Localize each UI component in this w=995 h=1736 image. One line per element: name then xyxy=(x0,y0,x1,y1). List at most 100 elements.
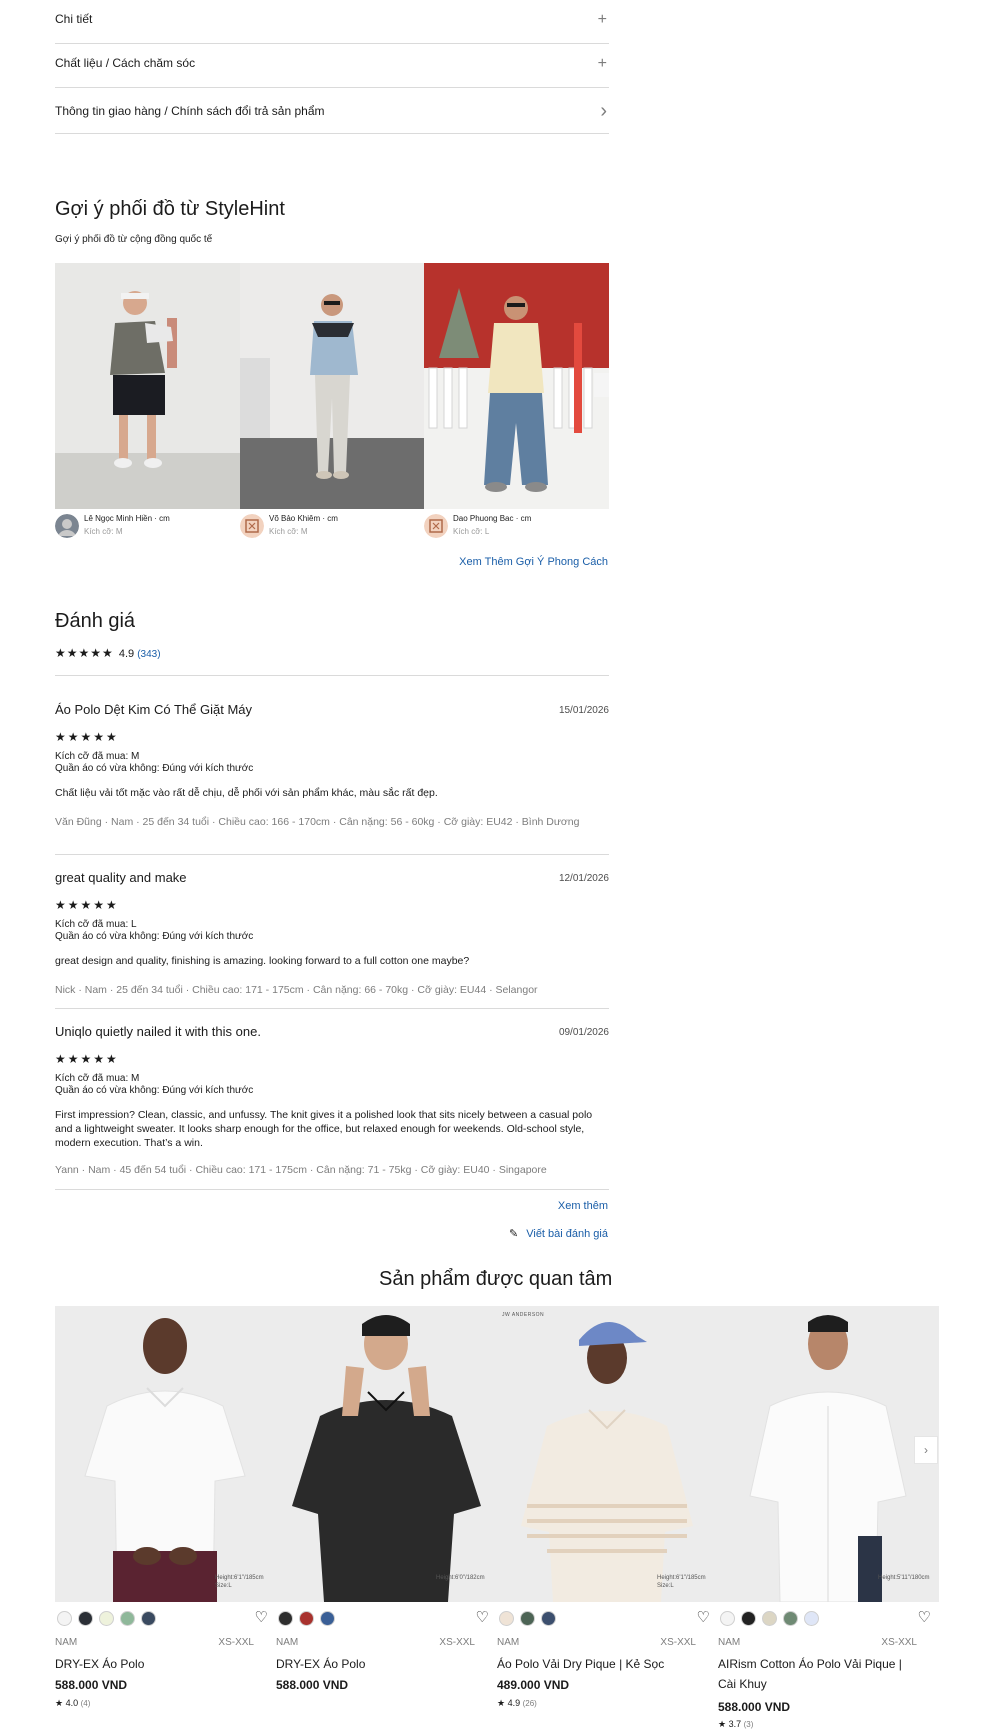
review-title: great quality and make xyxy=(55,870,187,885)
color-swatch[interactable] xyxy=(320,1611,335,1626)
color-swatch[interactable] xyxy=(120,1611,135,1626)
product-name[interactable]: DRY-EX Áo Polo xyxy=(55,1654,260,1674)
product-name[interactable]: AIRism Cotton Áo Polo Vải Pique | Cài Kh… xyxy=(718,1654,923,1694)
divider xyxy=(55,1008,609,1009)
product-price: 588.000 VND xyxy=(55,1678,128,1692)
model-info: Height:6'0"/182cm xyxy=(436,1575,485,1581)
product-gender: NAM xyxy=(497,1637,520,1648)
color-swatch[interactable] xyxy=(78,1611,93,1626)
color-swatch[interactable] xyxy=(299,1611,314,1626)
outfit-photo-3 xyxy=(424,263,609,509)
product-price: 489.000 VND xyxy=(497,1678,570,1692)
chevron-right-icon: › xyxy=(924,1443,928,1457)
rating-average: 4.9 xyxy=(118,648,135,660)
rating-stars: ★★★★★ xyxy=(55,646,114,660)
review-fit: Quần áo có vừa không: Đúng với kích thướ… xyxy=(55,763,254,774)
reviews-title: Đánh giá xyxy=(55,610,136,632)
review-stars: ★★★★★ xyxy=(55,730,119,744)
accordion-material-care[interactable]: Chất liệu / Cách chăm sóc + xyxy=(55,44,609,88)
stylehint-photo[interactable] xyxy=(424,263,609,509)
heart-icon[interactable]: ♡ xyxy=(476,1608,489,1626)
review-body: great design and quality, finishing is a… xyxy=(55,955,470,967)
rating-value: 3.7 xyxy=(728,1719,742,1729)
product-rating: ★ 3.7 (3) xyxy=(718,1719,754,1729)
outfit-photo-1 xyxy=(55,263,240,509)
stylehint-photo[interactable] xyxy=(239,263,425,509)
plus-icon[interactable]: + xyxy=(598,12,607,28)
carousel-next-button[interactable]: › xyxy=(914,1436,938,1464)
color-swatch[interactable] xyxy=(99,1611,114,1626)
review-title: Áo Polo Dệt Kim Có Thể Giặt Máy xyxy=(55,702,253,717)
color-swatch[interactable] xyxy=(783,1611,798,1626)
accordion-shipping-returns[interactable]: Thông tin giao hàng / Chính sách đổi trả… xyxy=(55,88,609,134)
related-title: Sản phẩm được quan tâm xyxy=(379,1268,613,1290)
divider xyxy=(55,1189,609,1190)
accordion-label: Chi tiết xyxy=(55,12,93,26)
color-swatches xyxy=(278,1611,335,1626)
review-size-bought: Kích cỡ đã mua: M xyxy=(55,751,140,762)
stylehint-photo[interactable] xyxy=(55,263,240,509)
stylehint-subtitle: Gợi ý phối đồ từ cộng đồng quốc tế xyxy=(55,234,213,245)
product-image[interactable] xyxy=(276,1306,497,1602)
color-swatch[interactable] xyxy=(520,1611,535,1626)
color-swatch[interactable] xyxy=(741,1611,756,1626)
brand-mark: JW ANDERSON xyxy=(502,1312,545,1318)
color-swatch[interactable] xyxy=(541,1611,556,1626)
review-title: Uniqlo quietly nailed it with this one. xyxy=(55,1024,261,1039)
more-styles-link[interactable]: Xem Thêm Gợi Ý Phong Cách xyxy=(459,556,608,568)
carousel-next-button[interactable] xyxy=(594,373,609,397)
stylehint-logo-avatar xyxy=(424,514,448,538)
product-image[interactable] xyxy=(718,1306,939,1602)
product-gender: NAM xyxy=(718,1637,741,1648)
color-swatch[interactable] xyxy=(720,1611,735,1626)
color-swatches xyxy=(57,1611,156,1626)
product-gender: NAM xyxy=(276,1637,299,1648)
color-swatch[interactable] xyxy=(499,1611,514,1626)
plus-icon[interactable]: + xyxy=(598,56,607,72)
rating-count-link[interactable]: (343) xyxy=(137,649,160,660)
model-info: Height:6'1"/185cm Size:L xyxy=(215,1575,264,1589)
creator-card[interactable]: Võ Bảo Khiêm · cm Kích cỡ: M xyxy=(240,512,424,542)
product-rating: ★ 4.0 (4) xyxy=(55,1698,91,1708)
write-review-link[interactable]: ✎ Viết bài đánh giá xyxy=(509,1227,608,1240)
chevron-right-icon[interactable]: › xyxy=(600,101,607,121)
color-swatch[interactable] xyxy=(762,1611,777,1626)
reviews-summary: ★★★★★ 4.9 (343) xyxy=(55,646,161,660)
heart-icon[interactable]: ♡ xyxy=(918,1608,931,1626)
accordion-label: Chất liệu / Cách chăm sóc xyxy=(55,56,196,70)
review-size-bought: Kích cỡ đã mua: M xyxy=(55,1073,140,1084)
product-image[interactable] xyxy=(55,1306,276,1602)
rating-count: (26) xyxy=(522,1699,537,1708)
review-date: 12/01/2026 xyxy=(558,873,609,884)
product-sizes: XS-XXL xyxy=(439,1637,475,1648)
product-image[interactable] xyxy=(497,1306,718,1602)
creator-card[interactable]: Lê Ngọc Minh Hiền · cm Kích cỡ: M xyxy=(55,512,239,542)
review-user-info: Yann · Nam · 45 đến 54 tuổi · Chiều cao:… xyxy=(55,1164,547,1176)
creator-name: Dao Phuong Bac · cm xyxy=(453,514,532,523)
accordion-details[interactable]: Chi tiết + xyxy=(55,0,609,44)
product-sizes: XS-XXL xyxy=(660,1637,696,1648)
rating-value: 4.0 xyxy=(65,1698,79,1708)
heart-icon[interactable]: ♡ xyxy=(255,1608,268,1626)
more-reviews-link[interactable]: Xem thêm xyxy=(558,1200,608,1212)
color-swatches xyxy=(720,1611,819,1626)
product-price: 588.000 VND xyxy=(718,1700,791,1714)
review-date: 09/01/2026 xyxy=(558,1027,609,1038)
creator-size: Kích cỡ: M xyxy=(269,527,308,536)
product-name[interactable]: DRY-EX Áo Polo xyxy=(276,1654,481,1674)
stylehint-gallery xyxy=(55,263,609,509)
product-name[interactable]: Áo Polo Vải Dry Pique | Kẻ Sọc xyxy=(497,1654,702,1674)
review-stars: ★★★★★ xyxy=(55,898,119,912)
review-date: 15/01/2026 xyxy=(558,705,609,716)
color-swatch[interactable] xyxy=(804,1611,819,1626)
color-swatch[interactable] xyxy=(141,1611,156,1626)
color-swatch[interactable] xyxy=(278,1611,293,1626)
review-size-bought: Kích cỡ đã mua: L xyxy=(55,919,137,930)
color-swatch[interactable] xyxy=(57,1611,72,1626)
review-user-info: Văn Đũng · Nam · 25 đến 34 tuổi · Chiều … xyxy=(55,816,580,828)
review-fit: Quần áo có vừa không: Đúng với kích thướ… xyxy=(55,931,254,942)
creator-name: Lê Ngọc Minh Hiền · cm xyxy=(84,514,170,523)
review-stars: ★★★★★ xyxy=(55,1052,119,1066)
creator-card[interactable]: Dao Phuong Bac · cm Kích cỡ: L xyxy=(424,512,608,542)
heart-icon[interactable]: ♡ xyxy=(697,1608,710,1626)
